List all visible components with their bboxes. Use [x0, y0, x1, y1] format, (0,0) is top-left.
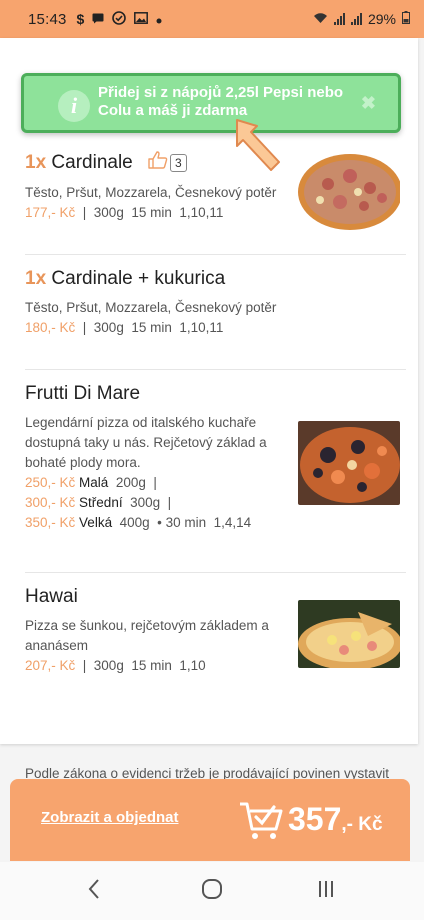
info-icon: i	[58, 90, 90, 122]
item-quantity: 1x	[25, 152, 47, 174]
home-icon[interactable]	[201, 876, 223, 907]
item-description: Legendární pizza od italského kuchaře do…	[25, 415, 267, 470]
size-price: 350,- Kč	[25, 515, 76, 530]
status-bar: 15:43 $ 29%	[0, 0, 424, 38]
cart-list: 1x Cardinale 3 Těsto, Pršut, Mozzarela, …	[0, 38, 418, 744]
dollar-icon: $	[76, 11, 85, 27]
signal-icon	[333, 13, 345, 25]
system-nav-bar	[0, 862, 424, 920]
signal-2-icon	[350, 13, 362, 25]
check-circle-icon	[112, 10, 127, 28]
size-details: 200g |	[108, 475, 157, 490]
close-icon[interactable]: ✖	[361, 93, 376, 114]
total-amount: 357	[288, 801, 342, 837]
status-time: 15:43	[28, 10, 67, 28]
status-right: 29%	[313, 11, 410, 27]
order-total: 357,- Kč	[288, 801, 383, 838]
item-price: 177,- Kč	[25, 205, 76, 220]
divider	[25, 369, 406, 370]
like-count: 3	[170, 154, 187, 172]
item-price: 180,- Kč	[25, 320, 76, 335]
view-and-order-link[interactable]: Zobrazit a objednat	[41, 809, 179, 826]
divider	[25, 572, 406, 573]
cart-item[interactable]: 1x Cardinale + kukurica Těsto, Pršut, Mo…	[25, 268, 408, 338]
item-name: Cardinale + kukurica	[51, 268, 226, 289]
item-name: Frutti Di Mare	[25, 383, 141, 404]
wifi-icon	[313, 12, 328, 27]
size-details: 300g |	[122, 495, 172, 510]
size-price: 250,- Kč	[25, 475, 76, 490]
pizza-image	[298, 146, 400, 230]
item-quantity: 1x	[25, 268, 47, 289]
dot-icon	[156, 11, 162, 27]
size-details: 400g • 30 min 1,4,14	[112, 515, 252, 530]
order-bar: Zobrazit a objednat 357,- Kč	[10, 779, 410, 861]
back-icon[interactable]	[86, 876, 102, 907]
size-name: Malá	[79, 475, 109, 490]
size-name: Střední	[79, 495, 123, 510]
pointer-arrow-icon	[235, 118, 283, 177]
size-price: 300,- Kč	[25, 495, 76, 510]
size-name: Velká	[79, 515, 113, 530]
item-title: 1x Cardinale + kukurica	[25, 268, 408, 290]
gallery-icon	[134, 11, 149, 27]
item-details: | 300g 15 min 1,10	[75, 658, 206, 673]
item-details: | 300g 15 min 1,10,11	[75, 320, 224, 335]
promo-toast[interactable]: i Přidej si z nápojů 2,25l Pepsi nebo Co…	[21, 73, 401, 133]
notification-icons: $	[76, 10, 163, 28]
item-description: Těsto, Pršut, Mozzarela, Česnekový potěr	[25, 185, 277, 200]
thumbs-up-icon[interactable]	[148, 151, 168, 175]
item-details: | 300g 15 min 1,10,11	[75, 205, 224, 220]
toast-message: Přidej si z nápojů 2,25l Pepsi nebo Colu…	[98, 84, 344, 119]
size-option[interactable]: 350,- Kč Velká 400g • 30 min 1,4,14	[25, 513, 408, 533]
total-currency: ,- Kč	[341, 814, 383, 835]
item-description: Těsto, Pršut, Mozzarela, Česnekový potěr	[25, 300, 277, 315]
item-meta: 180,- Kč | 300g 15 min 1,10,11	[25, 318, 408, 338]
message-icon	[92, 11, 104, 27]
pizza-image	[298, 421, 400, 505]
divider	[25, 254, 406, 255]
battery-icon	[402, 11, 410, 27]
item-price: 207,- Kč	[25, 658, 76, 673]
item-description: Pizza se šunkou, rejčetovým základem a a…	[25, 618, 269, 653]
item-name: Cardinale	[51, 152, 133, 174]
cart-check-icon	[238, 801, 284, 846]
battery-percent: 29%	[367, 11, 396, 27]
pizza-image	[298, 600, 400, 668]
recent-apps-icon[interactable]	[316, 876, 336, 907]
